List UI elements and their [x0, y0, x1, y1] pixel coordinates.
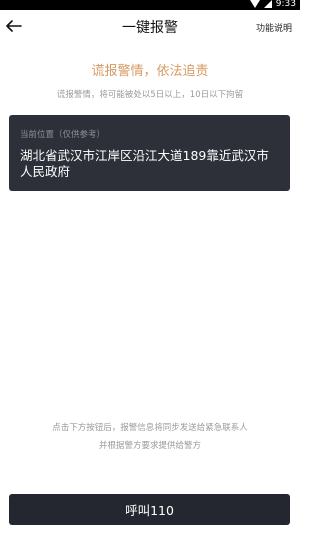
status-time: 9:33	[275, 0, 296, 9]
location-address: 湖北省武汉市江岸区沿江大道189靠近武汉市人民政府	[20, 148, 269, 179]
location-label: 当前位置（仅供参考）	[20, 130, 106, 140]
wifi-icon	[249, 0, 260, 8]
warning-subtitle: 谎报警情，将可能被处以5日以上，10日以下拘留	[56, 90, 244, 100]
location-card: 当前位置（仅供参考） 湖北省武汉市江岸区沿江大道189靠近武汉市人民政府	[9, 115, 290, 191]
notice-line-1: 点击下方按钮后，报警信息将同步发送给紧急联系人	[52, 423, 248, 433]
notice-line-2: 并根据警方要求提供给警方	[98, 441, 201, 451]
call-110-button[interactable]: 呼叫110	[9, 494, 290, 525]
title-bar: 一键报警 功能说明	[0, 10, 300, 46]
help-link[interactable]: 功能说明	[256, 21, 292, 34]
status-icons: 9:33	[249, 0, 296, 10]
status-bar: 9:33	[0, 0, 300, 10]
notice-text: 点击下方按钮后，报警信息将同步发送给紧急联系人 并根据警方要求提供给警方	[0, 419, 300, 455]
screen: 9:33 一键报警 功能说明 谎报警情，依法追责 谎报警情，将可能被处以5日以上…	[0, 0, 300, 533]
signal-icon	[263, 0, 272, 8]
warning-title: 谎报警情，依法追责	[91, 64, 209, 79]
